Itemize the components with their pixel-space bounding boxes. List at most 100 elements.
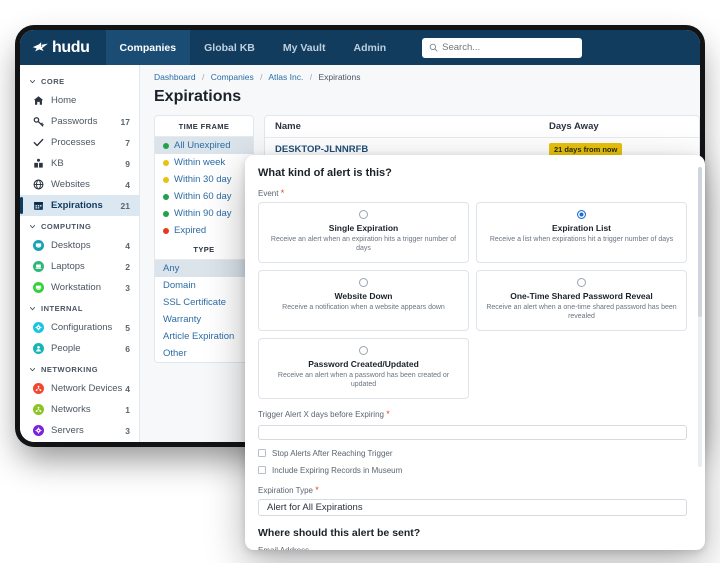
event-option-password-created-updated-desc: Receive an alert when a password has bee… bbox=[277, 371, 450, 389]
workstation-icon bbox=[33, 282, 44, 293]
event-option-expiration-list-desc: Receive a list when expirations hit a tr… bbox=[489, 236, 674, 243]
filter-within-90-days[interactable]: Within 90 day bbox=[155, 205, 253, 222]
sidebar-item-network-devices[interactable]: Network Devices 4 bbox=[20, 378, 139, 399]
filter-header-time-frame: TIME FRAME bbox=[155, 116, 253, 137]
radio-icon[interactable] bbox=[359, 277, 368, 287]
filter-expired-label: Expired bbox=[174, 225, 207, 236]
event-option-one-time-shared-password-reveal[interactable]: One-Time Shared Password Reveal Receive … bbox=[476, 269, 687, 331]
sidebar-item-networks-count: 1 bbox=[125, 404, 130, 415]
top-navigation-bar: hudu Companies Global KB My Vault Admin bbox=[20, 30, 700, 65]
radio-icon-selected[interactable] bbox=[577, 210, 586, 219]
nav-item-global-kb[interactable]: Global KB bbox=[190, 30, 269, 65]
sidebar-item-desktops[interactable]: Desktops 4 bbox=[20, 235, 139, 256]
sidebar-item-networks[interactable]: Networks 1 bbox=[20, 399, 139, 420]
sidebar-item-people-label: People bbox=[51, 343, 81, 354]
filter-within-week[interactable]: Within week bbox=[155, 154, 253, 171]
calendar-icon bbox=[34, 202, 43, 210]
expiration-type-select[interactable]: Alert for All Expirations bbox=[258, 498, 687, 516]
filter-within-60-days-label: Within 60 day bbox=[174, 191, 232, 202]
sidebar-item-network-devices-count: 4 bbox=[125, 383, 130, 394]
filter-within-week-label: Within week bbox=[174, 157, 226, 168]
sidebar-item-workstation[interactable]: Workstation 3 bbox=[20, 277, 139, 298]
sidebar-item-kb[interactable]: KB 9 bbox=[20, 153, 139, 174]
filter-type-article-expiration[interactable]: Article Expiration bbox=[155, 328, 253, 345]
brand-logo[interactable]: hudu bbox=[20, 30, 106, 65]
filter-expired[interactable]: Expired bbox=[155, 222, 253, 239]
sidebar-item-laptops-label: Laptops bbox=[51, 261, 85, 272]
event-option-password-created-updated[interactable]: Password Created/Updated Receive an aler… bbox=[258, 337, 469, 399]
sidebar-item-networks-label: Networks bbox=[51, 404, 91, 415]
event-option-website-down[interactable]: Website Down Receive a notification when… bbox=[258, 269, 469, 331]
sidebar-group-networking[interactable]: NETWORKING bbox=[20, 359, 139, 378]
nav-item-admin[interactable]: Admin bbox=[339, 30, 400, 65]
sidebar-item-servers-count: 3 bbox=[125, 425, 130, 436]
destination-heading: Where should this alert be sent? bbox=[258, 526, 421, 539]
expiration-type-selected-value: Alert for All Expirations bbox=[267, 501, 363, 513]
expiration-type-label: Expiration Type * bbox=[258, 485, 687, 495]
sidebar-item-expirations-label: Expirations bbox=[51, 200, 103, 211]
sidebar-item-configurations[interactable]: Configurations 5 bbox=[20, 317, 139, 338]
filter-type-warranty[interactable]: Warranty bbox=[155, 311, 253, 328]
modal-scrollbar-thumb[interactable] bbox=[698, 167, 702, 317]
sidebar-item-laptops[interactable]: Laptops 2 bbox=[20, 256, 139, 277]
sidebar-item-home[interactable]: Home bbox=[20, 90, 139, 111]
required-marker: * bbox=[386, 408, 390, 419]
checkbox-icon[interactable] bbox=[258, 466, 266, 475]
sidebar-item-servers[interactable]: Servers 3 bbox=[20, 420, 139, 441]
breadcrumb-separator: / bbox=[201, 72, 205, 82]
event-option-single-expiration[interactable]: Single Expiration Receive an alert when … bbox=[258, 202, 469, 263]
sidebar-item-expirations[interactable]: Expirations 21 bbox=[20, 195, 139, 216]
sidebar-item-kb-count: 9 bbox=[125, 158, 130, 169]
global-search[interactable] bbox=[422, 37, 583, 58]
table-cell-name[interactable]: DESKTOP-JLNNRFB bbox=[275, 144, 368, 155]
event-option-expiration-list[interactable]: Expiration List Receive a list when expi… bbox=[476, 202, 687, 263]
laptop-icon bbox=[33, 261, 44, 272]
modal-heading: What kind of alert is this? bbox=[258, 167, 392, 179]
radio-icon[interactable] bbox=[359, 210, 368, 219]
sidebar-item-passwords[interactable]: Passwords 17 bbox=[20, 111, 139, 132]
trigger-days-input[interactable] bbox=[258, 425, 687, 441]
checkbox-icon[interactable] bbox=[258, 449, 266, 458]
checkbox-stop-alerts-after-reaching-trigger[interactable]: Stop Alerts After Reaching Trigger bbox=[255, 449, 687, 458]
breadcrumb: Dashboard / Companies / Atlas Inc. / Exp… bbox=[140, 65, 700, 86]
filter-type-domain-label: Domain bbox=[163, 280, 196, 291]
breadcrumb-item-dashboard[interactable]: Dashboard bbox=[154, 72, 196, 82]
chevron-down-icon bbox=[29, 306, 36, 311]
brand-name: hudu bbox=[52, 38, 90, 56]
sidebar-item-processes[interactable]: Processes 7 bbox=[20, 132, 139, 153]
chevron-down-icon bbox=[29, 224, 36, 229]
nav-item-companies[interactable]: Companies bbox=[105, 30, 191, 65]
filter-within-30-days[interactable]: Within 30 day bbox=[155, 171, 253, 188]
filter-type-any[interactable]: Any bbox=[155, 260, 253, 277]
nav-item-my-vault[interactable]: My Vault bbox=[269, 30, 340, 65]
sidebar-item-websites[interactable]: Websites 4 bbox=[20, 174, 139, 195]
sidebar-item-people[interactable]: People 6 bbox=[20, 338, 139, 359]
filter-all-unexpired[interactable]: All Unexpired bbox=[155, 137, 253, 154]
event-option-single-expiration-desc: Receive an alert when an expiration hits… bbox=[270, 236, 457, 253]
sidebar-item-network-devices-label: Network Devices bbox=[51, 383, 123, 394]
filter-within-90-days-label: Within 90 day bbox=[174, 208, 232, 219]
sidebar-group-core[interactable]: CORE bbox=[20, 71, 139, 90]
network-device-icon bbox=[33, 383, 44, 394]
expiration-type-field: Expiration Type * Alert for All Expirati… bbox=[255, 485, 687, 516]
sidebar-group-internal[interactable]: INTERNAL bbox=[20, 298, 139, 317]
filter-within-60-days[interactable]: Within 60 day bbox=[155, 188, 253, 205]
filter-type-ssl-certificate[interactable]: SSL Certificate bbox=[155, 294, 253, 311]
modal-scrollbar[interactable] bbox=[698, 167, 702, 467]
nav-item-global-kb-label: Global KB bbox=[204, 41, 255, 54]
check-icon bbox=[33, 138, 44, 147]
radio-icon[interactable] bbox=[577, 277, 586, 287]
required-marker: * bbox=[280, 188, 285, 198]
checkbox-include-expiring-records-in-museum[interactable]: Include Expiring Records in Museum bbox=[255, 466, 687, 475]
search-input[interactable] bbox=[442, 42, 576, 53]
search-icon bbox=[429, 43, 438, 52]
sidebar-item-kb-label: KB bbox=[51, 158, 64, 169]
sidebar-item-processes-label: Processes bbox=[51, 137, 96, 148]
filter-type-article-expiration-label: Article Expiration bbox=[163, 331, 235, 342]
filter-type-domain[interactable]: Domain bbox=[155, 277, 253, 294]
radio-icon[interactable] bbox=[359, 345, 368, 355]
breadcrumb-item-atlas-inc[interactable]: Atlas Inc. bbox=[268, 72, 303, 82]
sidebar-group-computing[interactable]: COMPUTING bbox=[20, 216, 139, 235]
filter-type-other[interactable]: Other bbox=[155, 345, 253, 362]
breadcrumb-item-companies[interactable]: Companies bbox=[211, 72, 254, 82]
